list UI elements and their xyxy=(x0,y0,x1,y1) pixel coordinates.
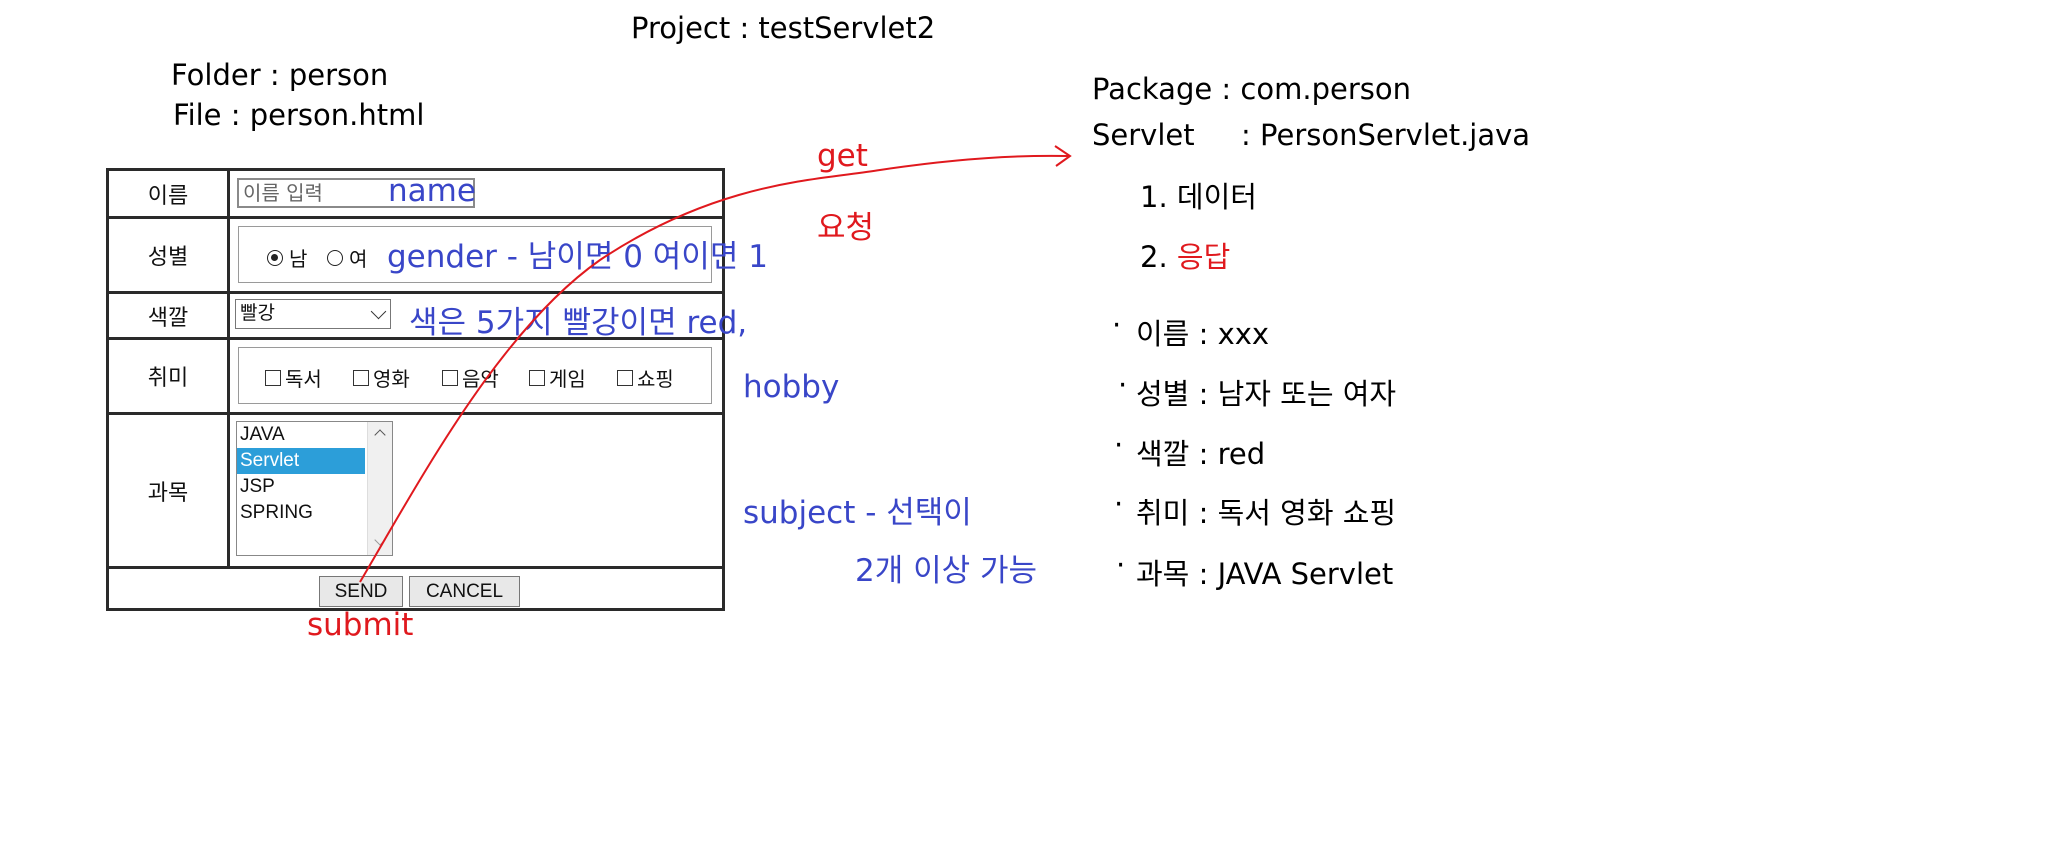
request-arrow-line xyxy=(359,154,1069,583)
result-name: 이름 : xxx xyxy=(1136,317,1270,351)
bullet-icon: · xyxy=(1118,368,1128,402)
bullet-icon: · xyxy=(1114,487,1124,521)
result-gender: 성별 : 남자 또는 여자 xyxy=(1136,377,1397,411)
bullet-icon: · xyxy=(1116,548,1126,582)
step-data: 1. 데이터 xyxy=(1140,180,1257,214)
servlet-label: Servlet : PersonServlet.java xyxy=(1092,118,1530,152)
request-arrow xyxy=(359,145,1072,583)
servlet-value: : PersonServlet.java xyxy=(1241,118,1531,152)
result-hobby: 취미 : 독서 영화 쇼핑 xyxy=(1136,496,1397,530)
servlet-prefix: Servlet xyxy=(1092,118,1195,152)
result-color: 색깔 : red xyxy=(1136,437,1266,471)
package-label: Package : com.person xyxy=(1092,72,1411,106)
bullet-icon: · xyxy=(1114,428,1124,462)
step-response-number: 2. xyxy=(1140,240,1168,274)
result-subject: 과목 : JAVA Servlet xyxy=(1136,557,1394,591)
step-response-text: 응답 xyxy=(1176,240,1231,274)
bullet-icon: · xyxy=(1112,308,1122,342)
step-response: 2. 응답 xyxy=(1140,234,1230,276)
